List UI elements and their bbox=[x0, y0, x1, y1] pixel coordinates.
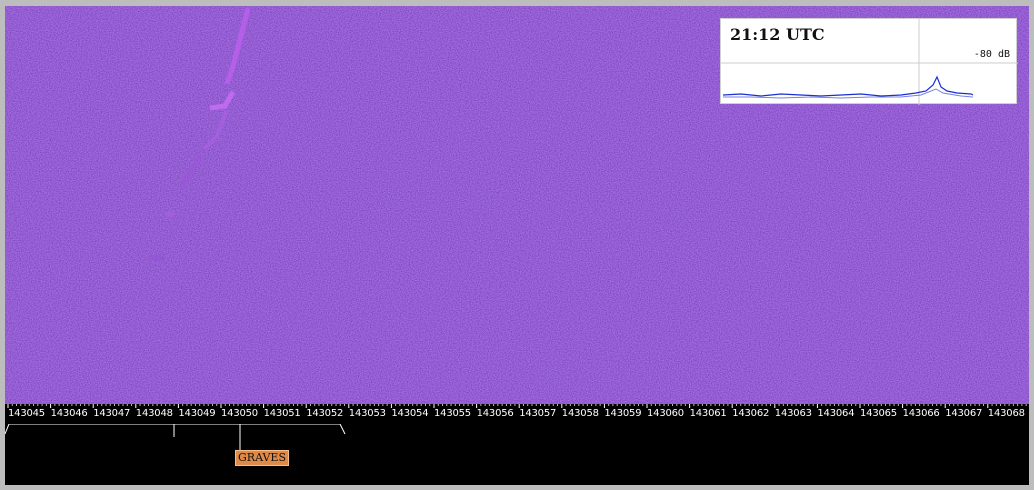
frequency-tick-label: 143068 bbox=[987, 408, 1025, 419]
frequency-tick-label: 143055 bbox=[434, 408, 471, 419]
frequency-tick-label: 143046 bbox=[50, 408, 88, 419]
frequency-tick-label: 143065 bbox=[860, 408, 897, 419]
frequency-tick-label: 143048 bbox=[135, 408, 173, 419]
frequency-tick-label: 143053 bbox=[348, 408, 386, 419]
graves-marker-label[interactable]: GRAVES bbox=[235, 450, 289, 466]
frequency-tick-label: 143061 bbox=[689, 408, 727, 419]
spectrum-line bbox=[722, 75, 974, 97]
waterfall-display[interactable]: 21:12 UTC -80 dB bbox=[5, 6, 1029, 404]
passband-bracket bbox=[5, 424, 346, 452]
frequency-tick-label: 143064 bbox=[817, 408, 855, 419]
frequency-ruler[interactable]: 143045 143046 143047 143048 143049 143050 1430… bbox=[5, 404, 1029, 424]
spectrum-overlay: 21:12 UTC -80 dB bbox=[720, 18, 1018, 105]
frequency-tick-label: 143062 bbox=[732, 408, 770, 419]
frequency-tick-label: 143063 bbox=[774, 408, 812, 419]
frequency-tick-label: 143057 bbox=[519, 408, 557, 419]
frequency-tick-label: 143059 bbox=[604, 408, 642, 419]
frequency-tick-label: 143051 bbox=[263, 408, 301, 419]
spectrum-plot bbox=[721, 19, 1018, 105]
frequency-tick-label: 143066 bbox=[902, 408, 940, 419]
frequency-tick-label: 143052 bbox=[306, 408, 344, 419]
frequency-tick-label: 143054 bbox=[391, 408, 429, 419]
marker-area: GRAVES bbox=[5, 424, 1029, 485]
frequency-tick-label: 143047 bbox=[93, 408, 131, 419]
frequency-tick-label: 143050 bbox=[221, 408, 258, 419]
app-frame: 21:12 UTC -80 dB 143045 143046 143047 14304… bbox=[0, 0, 1034, 490]
frequency-tick-label: 143045 bbox=[8, 408, 45, 419]
frequency-tick-label: 143060 bbox=[647, 408, 684, 419]
frequency-tick-label: 143049 bbox=[178, 408, 216, 419]
frequency-tick-label: 143056 bbox=[476, 408, 514, 419]
frequency-tick-label: 143067 bbox=[945, 408, 983, 419]
frequency-tick-label: 143058 bbox=[561, 408, 599, 419]
